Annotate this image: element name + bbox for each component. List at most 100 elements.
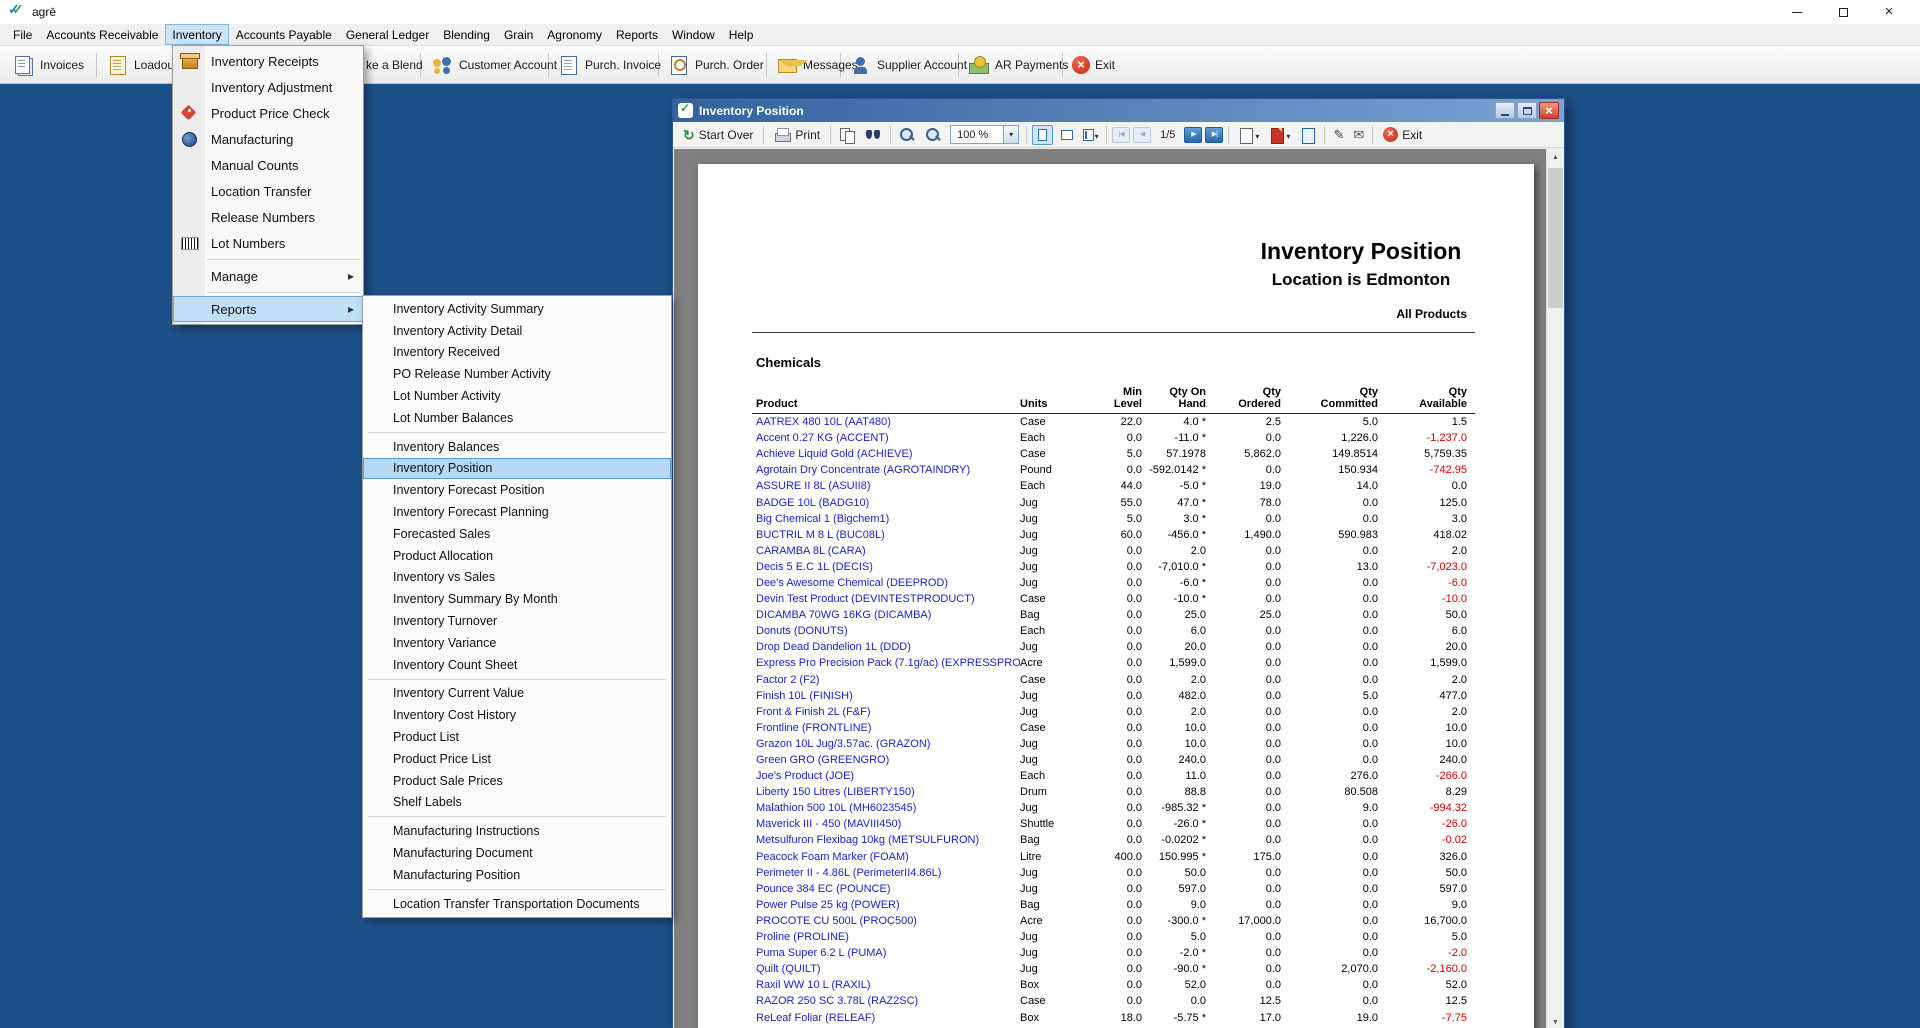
submenu-item-product-list[interactable]: Product List (363, 726, 671, 748)
menubar-item-grain[interactable]: Grain (497, 24, 540, 45)
menubar-item-agronomy[interactable]: Agronomy (540, 24, 609, 45)
product-link[interactable]: Agrotain Dry Concentrate (AGROTAINDRY) (756, 462, 1020, 478)
toolbar-purchase-invoice-button[interactable]: Purch. Invoice (553, 50, 666, 80)
menu-item-lot-numbers[interactable]: Lot Numbers (173, 230, 363, 256)
menubar-item-window[interactable]: Window (665, 24, 722, 45)
product-link[interactable]: Express Pro Precision Pack (7.1g/ac) (EX… (756, 655, 1020, 671)
product-link[interactable]: Decis 5 E.C 1L (DECIS) (756, 559, 1020, 575)
child-close-button[interactable] (1539, 102, 1559, 119)
product-link[interactable]: Dee's Awesome Chemical (DEEPROD) (756, 575, 1020, 591)
email-button[interactable] (1350, 126, 1367, 143)
zoom-level-select[interactable]: 100 % (950, 125, 1020, 144)
product-link[interactable]: BUCTRIL M 8 L (BUC08L) (756, 527, 1020, 543)
menubar-item-help[interactable]: Help (722, 24, 761, 45)
menu-item-inventory-receipts[interactable]: Inventory Receipts (173, 48, 363, 74)
zoom-dropdown-arrow[interactable] (1003, 126, 1019, 143)
submenu-item-manufacturing-position[interactable]: Manufacturing Position (363, 864, 671, 886)
submenu-item-po-release-number-activity[interactable]: PO Release Number Activity (363, 363, 671, 385)
submenu-item-inventory-current-value[interactable]: Inventory Current Value (363, 683, 671, 705)
export-button[interactable] (1234, 125, 1262, 145)
submenu-item-product-allocation[interactable]: Product Allocation (363, 545, 671, 567)
child-maximize-button[interactable] (1517, 102, 1537, 119)
product-link[interactable]: Pounce 384 EC (POUNCE) (756, 881, 1020, 897)
submenu-item-manufacturing-document[interactable]: Manufacturing Document (363, 842, 671, 864)
product-link[interactable]: Perimeter II - 4.86L (PerimeterII4.86L) (756, 865, 1020, 881)
submenu-item-inventory-received[interactable]: Inventory Received (363, 342, 671, 364)
first-page-button[interactable] (1112, 126, 1131, 143)
product-link[interactable]: Finish 10L (FINISH) (756, 688, 1020, 704)
product-link[interactable]: Drop Dead Dandelion 1L (DDD) (756, 639, 1020, 655)
print-button[interactable]: Print (769, 125, 825, 145)
toolbar-invoices-button[interactable]: Invoices (8, 50, 89, 80)
toolbar-supplier-account-button[interactable]: Supplier Account (845, 50, 972, 80)
product-link[interactable]: RAZOR 250 SC 3.78L (RAZ2SC) (756, 993, 1020, 1009)
scroll-up-button[interactable] (1547, 149, 1563, 166)
product-link[interactable]: Grazon 10L Jug/3.57ac. (GRAZON) (756, 736, 1020, 752)
report-window-titlebar[interactable]: Inventory Position (673, 99, 1564, 122)
vertical-scrollbar[interactable] (1546, 149, 1563, 1028)
export-doc-button[interactable] (1296, 125, 1319, 145)
toolbar-customer-account-button[interactable]: Customer Account (427, 50, 562, 80)
menu-item-manual-counts[interactable]: Manual Counts (173, 152, 363, 178)
menubar-item-file[interactable]: File (6, 24, 39, 45)
product-link[interactable]: Power Pulse 25 kg (POWER) (756, 897, 1020, 913)
submenu-item-inventory-balances[interactable]: Inventory Balances (363, 436, 671, 458)
submenu-item-inventory-variance[interactable]: Inventory Variance (363, 632, 671, 654)
submenu-item-lot-number-activity[interactable]: Lot Number Activity (363, 385, 671, 407)
menu-item-manage[interactable]: Manage (173, 263, 363, 289)
view-multiple-pages-button[interactable] (1080, 125, 1101, 145)
product-link[interactable]: PROCOTE CU 500L (PROC500) (756, 913, 1020, 929)
submenu-item-inventory-summary-by-month[interactable]: Inventory Summary By Month (363, 588, 671, 610)
menu-item-reports[interactable]: Reports (173, 296, 363, 322)
product-link[interactable]: Big Chemical 1 (Bigchem1) (756, 511, 1020, 527)
menu-item-inventory-adjustment[interactable]: Inventory Adjustment (173, 74, 363, 100)
submenu-item-inventory-activity-summary[interactable]: Inventory Activity Summary (363, 298, 671, 320)
submenu-item-inventory-turnover[interactable]: Inventory Turnover (363, 610, 671, 632)
last-page-button[interactable] (1205, 126, 1224, 143)
scrollbar-thumb[interactable] (1548, 168, 1563, 308)
next-page-button[interactable] (1184, 126, 1203, 143)
export-pdf-button[interactable] (1265, 125, 1293, 145)
submenu-item-inventory-forecast-planning[interactable]: Inventory Forecast Planning (363, 501, 671, 523)
product-link[interactable]: Liberty 150 Litres (LIBERTY150) (756, 784, 1020, 800)
product-link[interactable]: Joe's Product (JOE) (756, 768, 1020, 784)
submenu-item-manufacturing-instructions[interactable]: Manufacturing Instructions (363, 820, 671, 842)
toolbar-purchase-order-button[interactable]: Purch. Order (663, 50, 769, 80)
maximize-button[interactable] (1820, 0, 1866, 24)
submenu-item-inventory-forecast-position[interactable]: Inventory Forecast Position (363, 479, 671, 501)
submenu-item-product-price-list[interactable]: Product Price List (363, 748, 671, 770)
product-link[interactable]: DICAMBA 70WG 16KG (DICAMBA) (756, 607, 1020, 623)
product-link[interactable]: Maverick III - 450 (MAVIII450) (756, 816, 1020, 832)
menubar-item-blending[interactable]: Blending (436, 24, 497, 45)
product-link[interactable]: Devin Test Product (DEVINTESTPRODUCT) (756, 591, 1020, 607)
product-link[interactable]: Achieve Liquid Gold (ACHIEVE) (756, 446, 1020, 462)
menubar-item-accounts-receivable[interactable]: Accounts Receivable (39, 24, 165, 45)
zoom-button[interactable] (896, 125, 919, 145)
report-exit-button[interactable]: Exit (1378, 125, 1427, 144)
product-link[interactable]: AATREX 480 10L (AAT480) (756, 414, 1020, 430)
product-link[interactable]: Malathion 500 10L (MH6023545) (756, 800, 1020, 816)
product-link[interactable]: Factor 2 (F2) (756, 672, 1020, 688)
submenu-item-shelf-labels[interactable]: Shelf Labels (363, 792, 671, 814)
menu-item-product-price-check[interactable]: Product Price Check (173, 100, 363, 126)
previous-page-button[interactable] (1133, 126, 1152, 143)
product-link[interactable]: ReLeaf Foliar (RELEAF) (756, 1010, 1020, 1026)
submenu-item-inventory-activity-detail[interactable]: Inventory Activity Detail (363, 320, 671, 342)
start-over-button[interactable]: Start Over (678, 126, 758, 144)
submenu-item-inventory-count-sheet[interactable]: Inventory Count Sheet (363, 654, 671, 676)
product-link[interactable]: Front & Finish 2L (F&F) (756, 704, 1020, 720)
product-link[interactable]: Frontline (FRONTLINE) (756, 720, 1020, 736)
edit-button[interactable] (1330, 126, 1347, 143)
zoom-fit-button[interactable] (922, 125, 945, 145)
menu-item-release-numbers[interactable]: Release Numbers (173, 204, 363, 230)
view-single-page-button[interactable] (1032, 124, 1054, 145)
product-link[interactable]: Green GRO (GREENGRO) (756, 752, 1020, 768)
submenu-item-location-transfer-transportation-documents[interactable]: Location Transfer Transportation Documen… (363, 893, 671, 915)
menubar-item-reports[interactable]: Reports (609, 24, 665, 45)
product-link[interactable]: Puma Super 6.2 L (PUMA) (756, 945, 1020, 961)
product-link[interactable]: Raxil WW 10 L (RAXIL) (756, 977, 1020, 993)
product-link[interactable]: ASSURE II 8L (ASUII8) (756, 478, 1020, 494)
product-link[interactable]: Accent 0.27 KG (ACCENT) (756, 430, 1020, 446)
find-button[interactable] (862, 125, 885, 145)
submenu-item-inventory-vs-sales[interactable]: Inventory vs Sales (363, 567, 671, 589)
